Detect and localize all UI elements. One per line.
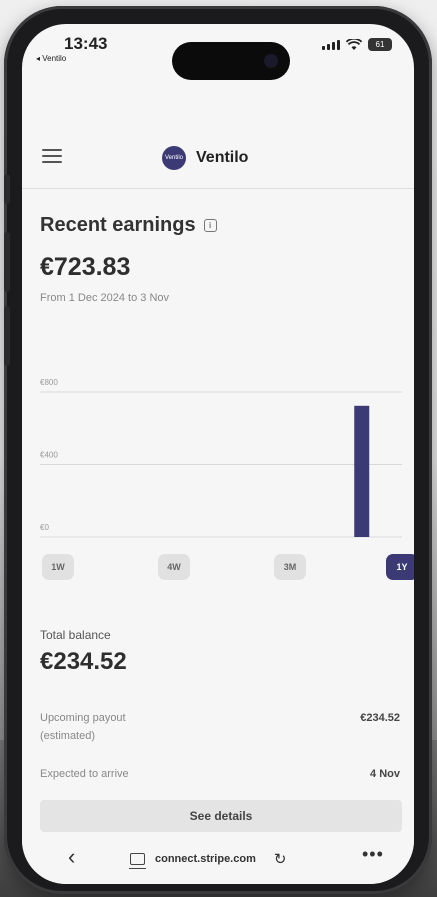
range-button-3m[interactable]: 3M: [274, 554, 306, 580]
tab-overview-icon: [129, 853, 146, 869]
brand: Ventilo Ventilo: [162, 146, 248, 170]
screen: 13:43 ◂ Ventilo 61 Ventilo Ventilo Recen…: [22, 24, 414, 884]
upcoming-payout-value: €234.52: [360, 712, 400, 724]
range-button-4w[interactable]: 4W: [158, 554, 190, 580]
earnings-chart-svg: €800 €400 €0: [40, 378, 402, 538]
wifi-icon: [346, 38, 362, 50]
total-balance-label: Total balance: [40, 628, 111, 642]
earnings-title-text: Recent earnings: [40, 214, 196, 236]
reload-icon[interactable]: ↻: [274, 850, 287, 868]
back-arrow-icon[interactable]: ‹: [68, 844, 75, 870]
upcoming-payout-row: Upcoming payout (estimated) €234.52: [40, 712, 400, 742]
more-options-icon[interactable]: •••: [362, 844, 384, 865]
upcoming-payout-sublabel: (estimated): [40, 730, 96, 742]
y-tick-label: €400: [40, 451, 58, 460]
info-icon[interactable]: i: [203, 219, 217, 232]
expected-arrival-label: Expected to arrive: [40, 768, 129, 780]
see-details-button[interactable]: See details: [40, 800, 402, 832]
total-balance-amount: €234.52: [40, 648, 127, 675]
action-button: [4, 174, 10, 204]
y-tick-label: €0: [40, 523, 49, 532]
volume-down-button: [4, 306, 10, 366]
status-time: 13:43: [64, 34, 108, 53]
status-bar: 13:43 ◂ Ventilo 61: [22, 24, 414, 94]
time-range-selector: 1W 4W 3M 1Y: [40, 554, 414, 582]
phone-frame: 13:43 ◂ Ventilo 61 Ventilo Ventilo Recen…: [4, 6, 432, 894]
expected-arrival-value: 4 Nov: [370, 768, 400, 780]
camera-icon: [264, 54, 278, 68]
earnings-section: Recent earnings i €723.83 From 1 Dec 202…: [40, 214, 400, 304]
browser-toolbar: ‹ connect.stripe.com ↻ •••: [22, 836, 414, 884]
range-button-1y[interactable]: 1Y: [386, 554, 414, 580]
volume-up-button: [4, 232, 10, 292]
dynamic-island: [172, 42, 290, 80]
url-text: connect.stripe.com: [155, 853, 256, 865]
earnings-date-range: From 1 Dec 2024 to 3 Nov: [40, 292, 170, 304]
signal-icon: [322, 39, 340, 50]
range-button-1w[interactable]: 1W: [42, 554, 74, 580]
upcoming-payout-label: Upcoming payout: [40, 712, 126, 724]
earnings-title: Recent earnings i: [40, 214, 400, 237]
earnings-chart: €800 €400 €0: [40, 370, 402, 540]
menu-icon[interactable]: [42, 149, 62, 167]
earnings-amount: €723.83: [40, 253, 131, 281]
bar-11[interactable]: [354, 405, 370, 537]
app-header: Ventilo Ventilo: [22, 132, 414, 189]
brand-logo: Ventilo: [162, 146, 186, 170]
y-tick-label: €800: [40, 378, 58, 387]
back-to-app-link[interactable]: ◂ Ventilo: [36, 54, 66, 63]
status-icons: 61: [322, 38, 392, 51]
expected-arrival-row: Expected to arrive 4 Nov: [40, 768, 400, 780]
address-bar[interactable]: connect.stripe.com ↻: [129, 844, 340, 874]
brand-name: Ventilo: [196, 149, 249, 166]
battery-icon: 61: [368, 38, 392, 51]
